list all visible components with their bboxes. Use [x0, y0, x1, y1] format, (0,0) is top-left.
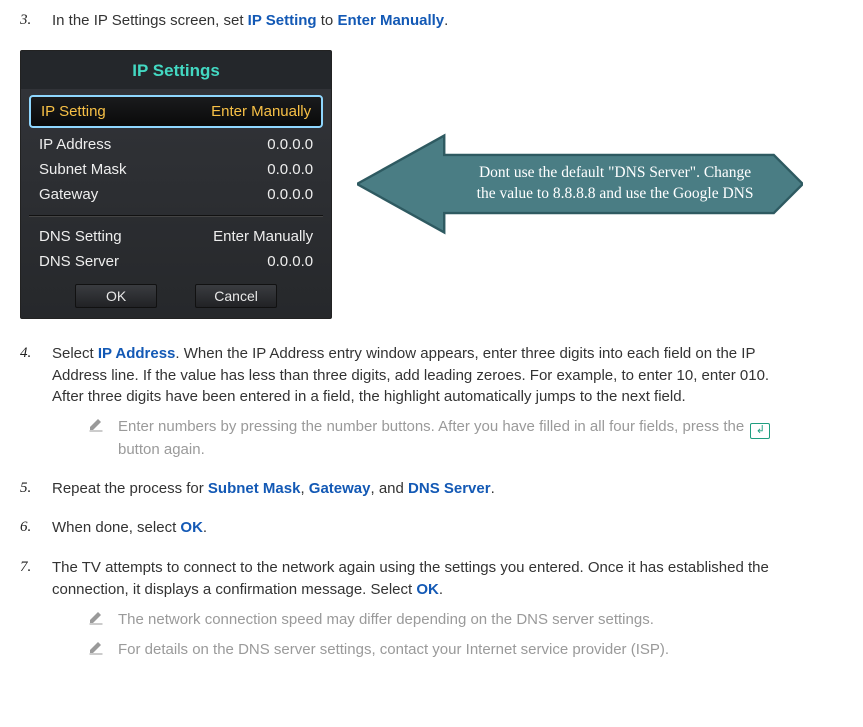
- row-label: Subnet Mask: [39, 161, 127, 178]
- step-4: Select IP Address. When the IP Address e…: [20, 343, 803, 460]
- kw-ok: OK: [180, 519, 203, 536]
- step-3-text-c: to: [317, 12, 338, 29]
- panel-divider: [29, 215, 323, 216]
- panel-title: IP Settings: [21, 51, 331, 89]
- row-value: Enter Manually: [213, 228, 313, 245]
- cancel-button[interactable]: Cancel: [195, 284, 277, 308]
- step-5: Repeat the process for Subnet Mask, Gate…: [20, 478, 803, 500]
- kw-ok-2: OK: [416, 581, 439, 598]
- row-dns-server[interactable]: DNS Server 0.0.0.0: [29, 249, 323, 274]
- row-value: 0.0.0.0: [267, 136, 313, 153]
- panel-callout-row: IP Settings IP Setting Enter Manually IP…: [20, 50, 803, 319]
- note1-a: Enter numbers by pressing the number but…: [118, 418, 748, 435]
- row-label: IP Setting: [41, 103, 106, 120]
- pencil-icon: [88, 416, 104, 460]
- row-label: IP Address: [39, 136, 111, 153]
- ip-settings-panel: IP Settings IP Setting Enter Manually IP…: [20, 50, 332, 319]
- kw-ip-address: IP Address: [98, 345, 176, 362]
- row-label: DNS Server: [39, 253, 119, 270]
- enter-key-icon: ↲: [750, 423, 770, 439]
- row-subnet-mask[interactable]: Subnet Mask 0.0.0.0: [29, 157, 323, 182]
- step-5-e: , and: [371, 480, 409, 497]
- row-ip-setting[interactable]: IP Setting Enter Manually: [29, 95, 323, 128]
- step-3: In the IP Settings screen, set IP Settin…: [20, 10, 803, 32]
- ok-button[interactable]: OK: [75, 284, 157, 308]
- row-value: 0.0.0.0: [267, 253, 313, 270]
- note1-b: button again.: [118, 441, 205, 458]
- step-6: When done, select OK.: [20, 517, 803, 539]
- row-label: DNS Setting: [39, 228, 122, 245]
- callout-arrow: Dont use the default "DNS Server". Chang…: [357, 130, 803, 238]
- step-6-a: When done, select: [52, 519, 180, 536]
- step-7-a: The TV attempts to connect to the networ…: [52, 559, 769, 598]
- pencil-icon: [88, 639, 104, 661]
- kw-dns-server: DNS Server: [408, 480, 491, 497]
- note2-text: The network connection speed may differ …: [118, 609, 803, 631]
- kw-gateway: Gateway: [309, 480, 371, 497]
- pencil-icon: [88, 609, 104, 631]
- step-6-c: .: [203, 519, 207, 536]
- row-label: Gateway: [39, 186, 98, 203]
- note3-text: For details on the DNS server settings, …: [118, 639, 803, 661]
- row-ip-address[interactable]: IP Address 0.0.0.0: [29, 132, 323, 157]
- note-enter-numbers: Enter numbers by pressing the number but…: [52, 416, 803, 460]
- step-3-text-a: In the IP Settings screen, set: [52, 12, 248, 29]
- step-4-text-a: Select: [52, 345, 98, 362]
- note-isp: For details on the DNS server settings, …: [52, 639, 803, 661]
- note-speed: The network connection speed may differ …: [52, 609, 803, 631]
- row-dns-setting[interactable]: DNS Setting Enter Manually: [29, 224, 323, 249]
- row-gateway[interactable]: Gateway 0.0.0.0: [29, 182, 323, 207]
- kw-ip-setting: IP Setting: [248, 12, 317, 29]
- kw-subnet-mask: Subnet Mask: [208, 480, 301, 497]
- row-value: Enter Manually: [211, 103, 311, 120]
- row-value: 0.0.0.0: [267, 161, 313, 178]
- step-5-g: .: [491, 480, 495, 497]
- row-value: 0.0.0.0: [267, 186, 313, 203]
- step-5-c: ,: [300, 480, 308, 497]
- step-7: The TV attempts to connect to the networ…: [20, 557, 803, 661]
- step-5-a: Repeat the process for: [52, 480, 208, 497]
- kw-enter-manually: Enter Manually: [337, 12, 444, 29]
- step-7-c: .: [439, 581, 443, 598]
- step-3-text-e: .: [444, 12, 448, 29]
- callout-text: Dont use the default "DNS Server". Chang…: [467, 130, 763, 238]
